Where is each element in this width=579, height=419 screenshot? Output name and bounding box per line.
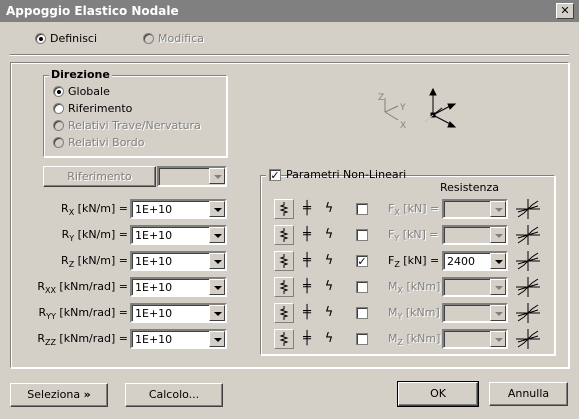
axes-diagram-icon: Z Y X [378,87,457,131]
nonlinear-row-checkbox[interactable] [356,229,368,241]
nonlinear-checkbox[interactable]: ✓ [269,169,281,181]
riferimento-radio[interactable] [53,103,64,114]
bilinear-curve-icon[interactable] [514,198,542,223]
stiffness-value-combo[interactable]: 1E+10 [130,199,227,219]
release-icon[interactable]: ϟ [322,201,336,216]
calcolo-button[interactable]: Calcolo... [125,383,223,407]
resistenza-value-combo[interactable] [442,329,508,349]
spring-icon[interactable] [274,199,294,219]
title-bar: Appoggio Elastico Nodale ✕ [0,0,579,22]
separator [10,54,569,56]
rigid-link-icon[interactable]: ╪ [300,331,314,346]
spring-icon[interactable] [274,225,294,245]
resistenza-value-combo[interactable]: 2400 [442,251,508,271]
stiffness-value-combo[interactable]: 1E+10 [130,329,227,349]
stiffness-value-combo[interactable]: 1E+10 [130,277,227,297]
seleziona-button[interactable]: Seleziona » [10,383,108,407]
bilinear-curve-icon[interactable] [514,224,542,249]
spring-icon[interactable] [274,329,294,349]
nonlinear-row-checkbox[interactable]: ✓ [356,255,368,267]
stiffness-label: RX [kN/m] = [61,202,128,218]
rigid-link-icon[interactable]: ╪ [300,279,314,294]
stiffness-label: RZ [kN/m] = [61,254,128,270]
spring-icon[interactable] [274,303,294,323]
nonlinear-row-label: FX [kN] = [388,202,440,218]
rigid-link-icon[interactable]: ╪ [300,201,314,216]
direzione-title: Direzione [49,68,112,81]
definisci-label: Definisci [50,32,98,45]
resistenza-value-combo[interactable] [442,199,508,219]
relativi-bordo-label: Relativi Bordo [68,136,145,149]
relativi-trave-label: Relativi Trave/Nervatura [68,119,201,132]
stiffness-label: RXX [kNm/rad] = [37,280,128,296]
rigid-link-icon[interactable]: ╪ [300,305,314,320]
bilinear-curve-icon[interactable] [514,276,542,301]
release-icon[interactable]: ϟ [322,253,336,268]
globale-radio[interactable] [53,86,64,97]
bilinear-curve-icon[interactable] [514,250,542,275]
close-button[interactable]: ✕ [556,3,574,19]
riferimento-button[interactable]: Riferimento [43,166,156,187]
release-icon[interactable]: ϟ [322,227,336,242]
globale-label: Globale [68,85,110,98]
window-title: Appoggio Elastico Nodale [6,4,179,18]
nonlinear-row-checkbox[interactable] [356,281,368,293]
modifica-label: Modifica [158,32,204,45]
stiffness-label: RY [kN/m] = [61,228,128,244]
nonlinear-row-checkbox[interactable] [356,307,368,319]
resistenza-value-combo[interactable] [442,277,508,297]
annulla-button[interactable]: Annulla [489,382,568,406]
modifica-radio[interactable] [143,33,154,44]
stiffness-value-combo[interactable]: 1E+10 [130,225,227,245]
riferimento-combo[interactable] [157,166,227,187]
resistenza-value-combo[interactable] [442,303,508,323]
riferimento-label: Riferimento [68,102,133,115]
bilinear-curve-icon[interactable] [514,328,542,353]
spring-icon[interactable] [274,277,294,297]
stiffness-label: RYY [kNm/rad] = [38,306,129,322]
stiffness-label: RZZ [kNm/rad] = [37,332,128,348]
nonlinear-row-checkbox[interactable] [356,203,368,215]
nonlinear-row-checkbox[interactable] [356,333,368,345]
release-icon[interactable]: ϟ [322,279,336,294]
release-icon[interactable]: ϟ [322,331,336,346]
stiffness-value-combo[interactable]: 1E+10 [130,303,227,323]
rigid-link-icon[interactable]: ╪ [300,253,314,268]
ok-button[interactable]: OK [397,381,479,407]
definisci-radio[interactable] [35,33,46,44]
nonlinear-row-label: FY [kN] = [388,228,439,244]
rigid-link-icon[interactable]: ╪ [300,227,314,242]
bilinear-curve-icon[interactable] [514,302,542,327]
nonlinear-header: ✓ Parametri Non-Lineari [266,168,406,182]
axis-z-label: Z [378,93,384,103]
stiffness-value-combo[interactable]: 1E+10 [130,251,227,271]
nonlinear-row-label: FZ [kN] = [388,254,440,270]
nonlinear-title: Parametri Non-Lineari [286,168,407,181]
axis-y-label: Y [399,103,406,113]
relativi-bordo-radio[interactable] [53,137,64,148]
axis-x-label: X [400,121,406,131]
relativi-trave-radio[interactable] [53,120,64,131]
spring-icon[interactable] [274,251,294,271]
release-icon[interactable]: ϟ [322,305,336,320]
resistenza-value-combo[interactable] [442,225,508,245]
resistenza-header: Resistenza [440,181,500,194]
